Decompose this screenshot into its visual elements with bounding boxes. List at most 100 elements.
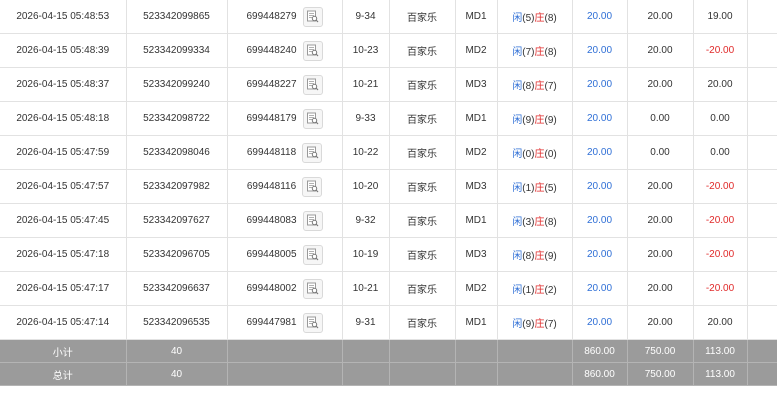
result: 闲(8)庄(9) [497, 237, 573, 272]
win-loss: -20.00 [693, 271, 748, 306]
round: 10-23 [342, 33, 390, 68]
table-row: 2026-04-15 05:48:18 523342098722 699448179… [0, 101, 777, 136]
table-name: MD2 [455, 135, 498, 170]
banker-score: (8) [544, 13, 557, 24]
game-id-cell: 699447981 [227, 305, 343, 340]
valid-bet: 20.00 [627, 203, 694, 238]
total-count: 40 [126, 362, 228, 386]
game-id-cell: 699448118 [227, 135, 343, 170]
round: 10-22 [342, 135, 390, 170]
round: 9-33 [342, 101, 390, 136]
total-label: 总计 [0, 362, 127, 386]
game-name: 百家乐 [389, 237, 456, 272]
total-winloss: 113.00 [693, 362, 748, 386]
bet-time: 2026-04-15 05:47:18 [0, 237, 127, 272]
player-score: (8) [522, 251, 535, 262]
bet-amount: 20.00 [572, 169, 628, 204]
table-row: 2026-04-15 05:47:59 523342098046 699448118… [0, 135, 777, 170]
document-search-icon[interactable] [302, 40, 323, 61]
valid-bet: 20.00 [627, 271, 694, 306]
document-search-icon[interactable] [302, 312, 323, 333]
game-name: 百家乐 [389, 33, 456, 68]
round: 10-19 [342, 237, 390, 272]
result: 闲(8)庄(7) [497, 67, 573, 102]
banker-label: 庄 [534, 47, 545, 58]
player-score: (7) [522, 47, 535, 58]
player-label: 闲 [512, 13, 523, 24]
result: 闲(7)庄(8) [497, 33, 573, 68]
banker-score: (0) [544, 149, 557, 160]
game-id-cell: 699448279 [227, 0, 343, 34]
valid-bet: 20.00 [627, 305, 694, 340]
bet-amount: 20.00 [572, 33, 628, 68]
player-label: 闲 [512, 47, 523, 58]
result: 闲(3)庄(8) [497, 203, 573, 238]
bet-records-table: 2026-04-15 05:48:53 523342099865 699448279… [0, 0, 777, 386]
round: 9-32 [342, 203, 390, 238]
result: 闲(5)庄(8) [497, 0, 573, 34]
win-loss: 0.00 [693, 101, 748, 136]
round: 9-31 [342, 305, 390, 340]
game-id: 699448179 [246, 113, 297, 124]
document-search-icon[interactable] [302, 108, 323, 129]
valid-bet: 20.00 [627, 237, 694, 272]
document-search-icon[interactable] [302, 142, 323, 163]
document-search-icon[interactable] [302, 210, 323, 231]
game-name: 百家乐 [389, 271, 456, 306]
order-id: 523342097982 [126, 169, 228, 204]
win-loss: 20.00 [693, 305, 748, 340]
game-id-cell: 699448083 [227, 203, 343, 238]
order-id: 523342096637 [126, 271, 228, 306]
banker-label: 庄 [534, 285, 545, 296]
document-search-icon[interactable] [302, 244, 323, 265]
valid-bet: 20.00 [627, 169, 694, 204]
subtotal-row: 小计 40 860.00 750.00 113.00 [0, 339, 777, 363]
player-score: (3) [522, 217, 535, 228]
game-name: 百家乐 [389, 0, 456, 34]
valid-bet: 20.00 [627, 0, 694, 34]
table-row: 2026-04-15 05:48:37 523342099240 699448227… [0, 67, 777, 102]
order-id: 523342096705 [126, 237, 228, 272]
player-label: 闲 [512, 115, 523, 126]
round: 9-34 [342, 0, 390, 34]
banker-label: 庄 [534, 217, 545, 228]
bet-amount: 20.00 [572, 271, 628, 306]
player-label: 闲 [512, 149, 523, 160]
game-id: 699448002 [246, 283, 297, 294]
bet-amount: 20.00 [572, 135, 628, 170]
table-name: MD2 [455, 33, 498, 68]
bet-time: 2026-04-15 05:47:14 [0, 305, 127, 340]
bet-amount: 20.00 [572, 203, 628, 238]
bet-time: 2026-04-15 05:48:18 [0, 101, 127, 136]
banker-label: 庄 [534, 115, 545, 126]
table-row: 2026-04-15 05:47:57 523342097982 699448116… [0, 169, 777, 204]
win-loss: 20.00 [693, 67, 748, 102]
bet-time: 2026-04-15 05:47:59 [0, 135, 127, 170]
player-score: (1) [522, 285, 535, 296]
game-id: 699448083 [246, 215, 297, 226]
document-search-icon[interactable] [302, 278, 323, 299]
banker-label: 庄 [534, 319, 545, 330]
order-id: 523342099334 [126, 33, 228, 68]
table-row: 2026-04-15 05:47:14 523342096535 699447981… [0, 305, 777, 340]
game-id: 699448227 [246, 79, 297, 90]
table-row: 2026-04-15 05:48:39 523342099334 699448240… [0, 33, 777, 68]
game-id-cell: 699448240 [227, 33, 343, 68]
game-id: 699448279 [246, 11, 297, 22]
valid-bet: 0.00 [627, 101, 694, 136]
table-name: MD3 [455, 237, 498, 272]
win-loss: -20.00 [693, 169, 748, 204]
banker-label: 庄 [534, 81, 545, 92]
document-search-icon[interactable] [302, 176, 323, 197]
subtotal-count: 40 [126, 339, 228, 363]
banker-label: 庄 [534, 183, 545, 194]
game-id: 699448005 [246, 249, 297, 260]
order-id: 523342099865 [126, 0, 228, 34]
player-label: 闲 [512, 183, 523, 194]
game-name: 百家乐 [389, 67, 456, 102]
table-name: MD1 [455, 203, 498, 238]
document-search-icon[interactable] [302, 6, 323, 27]
document-search-icon[interactable] [302, 74, 323, 95]
game-id-cell: 699448116 [227, 169, 343, 204]
bet-amount: 20.00 [572, 305, 628, 340]
